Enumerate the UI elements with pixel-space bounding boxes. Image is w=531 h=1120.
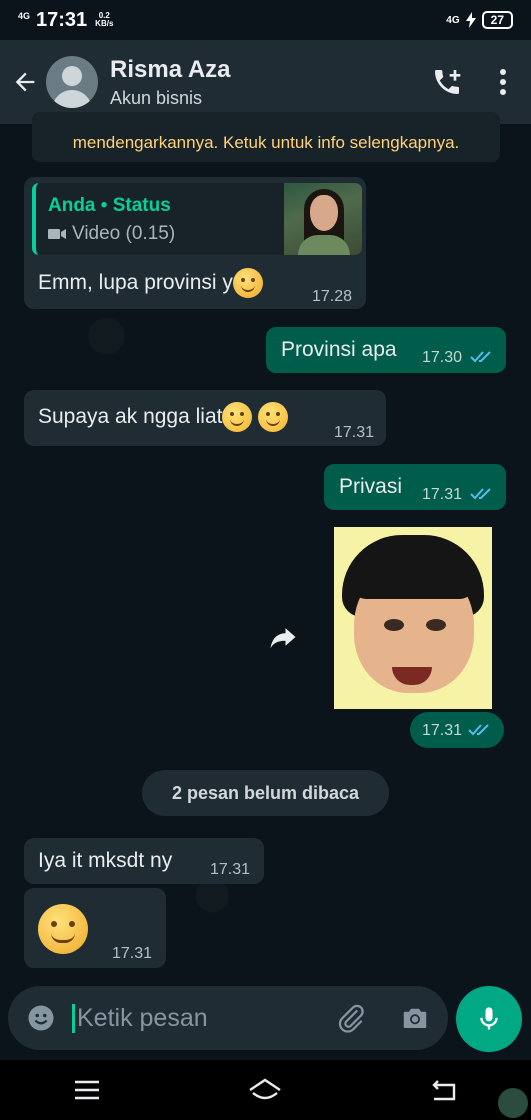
- message-time: 17.30: [422, 349, 463, 366]
- message-text: Iya it mksdt ny: [38, 849, 173, 872]
- battery-level: 27: [481, 11, 513, 29]
- camera-icon[interactable]: [400, 1003, 430, 1033]
- back-button[interactable]: [8, 65, 42, 99]
- attach-icon[interactable]: [336, 1003, 366, 1033]
- network-speed: 0.2 KB/s: [95, 11, 114, 28]
- clock: 17:31: [36, 8, 88, 31]
- add-call-icon[interactable]: [431, 66, 463, 98]
- arrow-left-icon: [15, 72, 35, 92]
- forward-icon[interactable]: [268, 622, 298, 652]
- status-thumbnail: [284, 183, 362, 255]
- message-text: Provinsi apa: [281, 338, 397, 361]
- unread-divider: 2 pesan belum dibaca: [142, 770, 389, 816]
- voice-record-button[interactable]: [456, 986, 522, 1052]
- network-indicator: 4G: [18, 11, 31, 21]
- contact-avatar[interactable]: [46, 56, 98, 108]
- message-time: 17.31: [334, 424, 375, 441]
- message-composer: Ketik pesan: [8, 986, 448, 1050]
- sticker-message[interactable]: [334, 527, 492, 709]
- smiling-face-emoji: [232, 268, 263, 298]
- notice-text: mendengarkannya. Ketuk untuk info seleng…: [72, 133, 460, 152]
- message-text: Privasi: [339, 475, 403, 498]
- quote-media: Video (0.15): [48, 223, 175, 245]
- message-time: 17.31: [210, 861, 251, 878]
- message-input[interactable]: Ketik pesan: [72, 1003, 336, 1033]
- composer-actions: [336, 1003, 430, 1033]
- read-ticks-icon: [468, 724, 489, 736]
- video-icon: [48, 229, 66, 239]
- smiling-face-emoji: [38, 904, 88, 954]
- status-right: 4G 27: [446, 11, 513, 29]
- charging-icon: [465, 12, 476, 28]
- message-time: 17.31: [112, 945, 153, 962]
- network-indicator-right: 4G: [446, 14, 460, 26]
- contact-name: Risma Aza: [110, 55, 231, 83]
- message-text: Supaya ak ngga liat: [38, 402, 289, 432]
- message-time: 17.28: [312, 288, 353, 305]
- read-ticks-icon: [470, 488, 491, 500]
- menu-icon[interactable]: [74, 1079, 100, 1101]
- face-with-hand-emoji: [222, 402, 253, 432]
- header-actions: [431, 66, 531, 98]
- microphone-icon: [480, 1007, 498, 1030]
- quote-title: Anda • Status: [48, 195, 171, 216]
- contact-info[interactable]: Risma Aza Akun bisnis: [110, 56, 231, 109]
- message-time: 17.31: [422, 722, 463, 739]
- status-bar: 4G 17:31 0.2 KB/s 4G 27: [0, 0, 531, 40]
- back-nav-icon[interactable]: [430, 1079, 458, 1101]
- floating-avatar[interactable]: [498, 1088, 528, 1118]
- read-ticks-icon: [470, 351, 491, 363]
- quoted-status[interactable]: Anda • Status Video (0.15): [32, 183, 362, 255]
- contact-subtitle: Akun bisnis: [110, 87, 203, 108]
- emoji-icon[interactable]: [26, 1003, 56, 1033]
- more-options-icon[interactable]: [499, 68, 507, 96]
- smiling-face-emoji: [258, 402, 289, 432]
- business-notice[interactable]: mendengarkannya. Ketuk untuk info seleng…: [32, 112, 500, 162]
- home-icon[interactable]: [247, 1077, 283, 1103]
- message-time: 17.31: [422, 486, 463, 503]
- system-nav-bar: [0, 1060, 531, 1120]
- message-text: Emm, lupa provinsi y: [38, 268, 263, 298]
